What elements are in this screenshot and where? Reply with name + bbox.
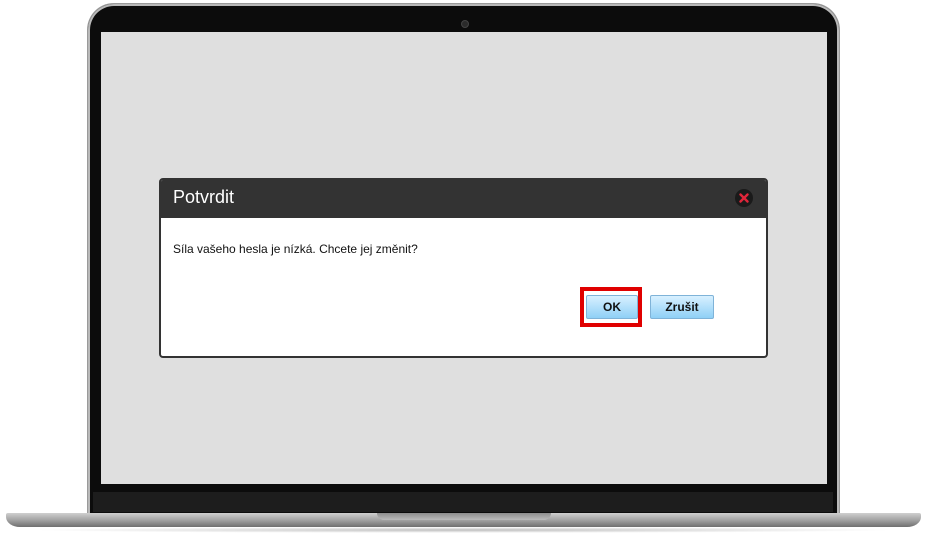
dialog-message: Síla vašeho hesla je nízká. Chcete jej z…: [173, 242, 418, 256]
laptop-base-notch: [377, 513, 551, 520]
confirm-dialog: Potvrdit Síla vašeho hesla je nízká. Chc…: [159, 178, 768, 358]
webcam-icon: [461, 20, 469, 28]
cancel-button[interactable]: Zrušit: [650, 295, 714, 319]
ok-button-highlight: [580, 287, 642, 327]
dialog-title: Potvrdit: [173, 187, 235, 207]
laptop-shadow: [30, 527, 897, 533]
laptop-chin: [93, 492, 833, 512]
close-button[interactable]: [735, 189, 753, 207]
dialog-header: Potvrdit: [161, 180, 766, 218]
close-icon: [739, 193, 749, 203]
